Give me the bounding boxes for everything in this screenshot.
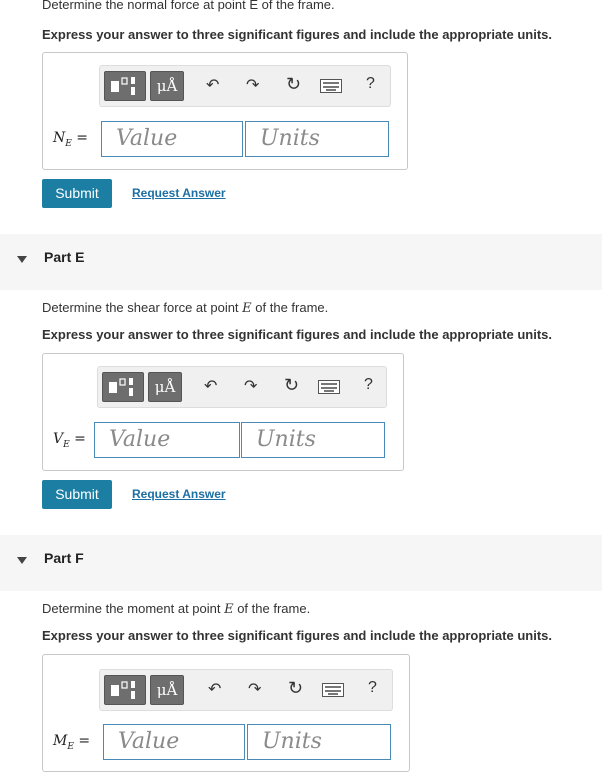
- units-button[interactable]: μÅ: [150, 71, 184, 101]
- question-text-e: Determine the shear force at point E of …: [42, 300, 329, 316]
- templates-icon: [109, 378, 133, 396]
- math-toolbar: μÅ ↶ ↷ ↻ ?: [99, 65, 391, 107]
- instruction-text-e: Express your answer to three significant…: [42, 327, 552, 342]
- units-input-e[interactable]: Units: [241, 422, 385, 458]
- request-answer-link-d[interactable]: Request Answer: [132, 186, 226, 200]
- part-f-title: Part F: [44, 550, 84, 566]
- variable-label-e: VE =: [53, 431, 86, 450]
- reset-icon[interactable]: ↻: [286, 74, 301, 95]
- part-e-title: Part E: [44, 249, 85, 265]
- keyboard-icon[interactable]: [320, 79, 342, 98]
- units-button[interactable]: μÅ: [150, 675, 184, 705]
- answer-box-f: μÅ ↶ ↷ ↻ ? ME = Value Units: [42, 654, 410, 772]
- keyboard-icon[interactable]: [318, 380, 340, 399]
- keyboard-icon[interactable]: [322, 683, 344, 702]
- help-icon[interactable]: ?: [368, 679, 377, 697]
- part-e-header[interactable]: Part E: [0, 234, 602, 290]
- collapse-triangle-icon: [17, 557, 27, 564]
- templates-button[interactable]: [102, 372, 144, 402]
- request-answer-link-e[interactable]: Request Answer: [132, 487, 226, 501]
- submit-button-e[interactable]: Submit: [42, 480, 112, 509]
- math-toolbar: μÅ ↶ ↷ ↻ ?: [99, 669, 393, 711]
- value-input-f[interactable]: Value: [103, 724, 245, 760]
- variable-label-d: NE =: [53, 130, 89, 149]
- instruction-text-d: Express your answer to three significant…: [42, 27, 552, 42]
- units-icon: μÅ: [156, 77, 178, 95]
- part-f-header[interactable]: Part F: [0, 535, 602, 591]
- answer-box-e: μÅ ↶ ↷ ↻ ? VE = Value Units: [42, 353, 404, 471]
- redo-icon[interactable]: ↷: [246, 75, 259, 95]
- units-input-d[interactable]: Units: [245, 121, 389, 157]
- templates-icon: [111, 77, 135, 95]
- undo-icon[interactable]: ↶: [208, 679, 221, 699]
- instruction-text-f: Express your answer to three significant…: [42, 628, 552, 643]
- question-text-f: Determine the moment at point E of the f…: [42, 601, 311, 617]
- templates-button[interactable]: [104, 675, 146, 705]
- undo-icon[interactable]: ↶: [204, 376, 217, 396]
- reset-icon[interactable]: ↻: [288, 678, 303, 699]
- templates-icon: [111, 681, 135, 699]
- templates-button[interactable]: [104, 71, 146, 101]
- math-toolbar: μÅ ↶ ↷ ↻ ?: [97, 366, 387, 408]
- units-icon: μÅ: [156, 681, 178, 699]
- units-input-f[interactable]: Units: [247, 724, 391, 760]
- variable-label-f: ME =: [53, 733, 91, 752]
- help-icon[interactable]: ?: [364, 376, 373, 394]
- redo-icon[interactable]: ↷: [244, 376, 257, 396]
- collapse-triangle-icon: [17, 256, 27, 263]
- reset-icon[interactable]: ↻: [284, 375, 299, 396]
- help-icon[interactable]: ?: [366, 75, 375, 93]
- value-input-e[interactable]: Value: [94, 422, 240, 458]
- submit-button-d[interactable]: Submit: [42, 179, 112, 208]
- units-button[interactable]: μÅ: [148, 372, 182, 402]
- redo-icon[interactable]: ↷: [248, 679, 261, 699]
- question-text-d: Determine the normal force at point E of…: [42, 0, 335, 12]
- answer-box-d: μÅ ↶ ↷ ↻ ? NE = Value Units: [42, 52, 408, 170]
- value-input-d[interactable]: Value: [101, 121, 243, 157]
- units-icon: μÅ: [154, 378, 176, 396]
- undo-icon[interactable]: ↶: [206, 75, 219, 95]
